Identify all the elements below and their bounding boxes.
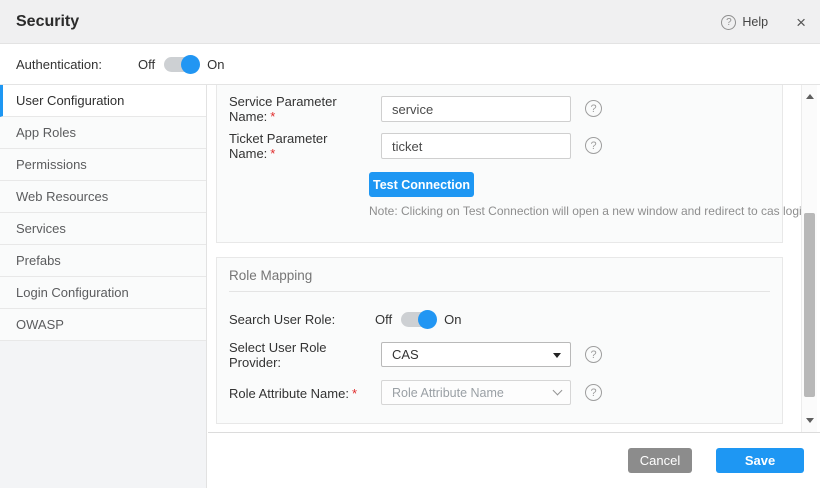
service-parameter-input[interactable] [381,96,571,122]
vertical-scrollbar[interactable] [801,85,817,432]
authentication-on-label: On [207,57,224,72]
window-header: Security ? Help × [0,0,820,44]
scroll-up-icon[interactable] [806,94,814,99]
sidebar-item-services[interactable]: Services [0,213,206,245]
cancel-button[interactable]: Cancel [628,448,692,473]
service-parameter-help[interactable]: ? [585,100,602,117]
toggle-knob [418,310,437,329]
help-circle-icon[interactable]: ? [721,15,736,30]
scroll-down-icon[interactable] [806,418,814,423]
help-circle-icon: ? [585,137,602,154]
role-attribute-label: Role Attribute Name:* [229,386,369,401]
help-link[interactable]: Help [742,15,768,29]
sidebar-item-prefabs[interactable]: Prefabs [0,245,206,277]
authentication-off-label: Off [138,57,155,72]
content-scroll-area: Service Parameter Name:* ? Ticket Parame… [208,85,820,432]
scrollbar-thumb[interactable] [804,213,815,397]
sidebar-item-owasp[interactable]: OWASP [0,309,206,341]
role-mapping-title: Role Mapping [229,268,312,283]
sidebar-item-permissions[interactable]: Permissions [0,149,206,181]
authentication-label: Authentication: [16,57,102,72]
search-user-role-label: Search User Role: [229,312,369,327]
sidebar-item-login-configuration[interactable]: Login Configuration [0,277,206,309]
ticket-parameter-label: Ticket Parameter Name:* [229,131,369,161]
sidebar-item-web-resources[interactable]: Web Resources [0,181,206,213]
sidebar-item-app-roles[interactable]: App Roles [0,117,206,149]
sidebar-item-user-configuration[interactable]: User Configuration [0,85,206,117]
role-mapping-panel: Role Mapping Search User Role: Off On Se… [216,257,783,424]
user-role-provider-select[interactable]: CAS [381,342,571,367]
required-mark: * [352,386,357,401]
dropdown-arrow-icon [553,353,561,358]
ticket-parameter-help[interactable]: ? [585,137,602,154]
authentication-toggle[interactable] [164,57,198,72]
required-mark: * [270,146,275,161]
divider [229,291,770,292]
help-circle-icon: ? [585,346,602,363]
test-connection-note: Note: Clicking on Test Connection will o… [369,204,808,218]
search-user-role-on-label: On [444,312,461,327]
connection-settings-panel: Service Parameter Name:* ? Ticket Parame… [216,85,783,243]
user-role-provider-label: Select User Role Provider: [229,340,369,370]
save-button[interactable]: Save [716,448,804,473]
close-icon[interactable]: × [796,14,806,31]
authentication-bar: Authentication: Off On [0,44,820,85]
sidebar: User Configuration App Roles Permissions… [0,85,207,488]
footer-bar: Cancel Save [208,432,820,488]
user-role-provider-value: CAS [392,347,419,362]
role-attribute-input[interactable] [381,380,571,405]
search-user-role-toggle[interactable] [401,312,435,327]
user-role-provider-help[interactable]: ? [585,346,602,363]
help-circle-icon: ? [585,100,602,117]
toggle-knob [181,55,200,74]
search-user-role-off-label: Off [375,312,392,327]
help-circle-icon: ? [585,384,602,401]
test-connection-button[interactable]: Test Connection [369,172,474,197]
page-title: Security [16,13,79,31]
ticket-parameter-input[interactable] [381,133,571,159]
required-mark: * [270,109,275,124]
role-attribute-help[interactable]: ? [585,384,602,401]
service-parameter-label: Service Parameter Name:* [229,94,369,124]
